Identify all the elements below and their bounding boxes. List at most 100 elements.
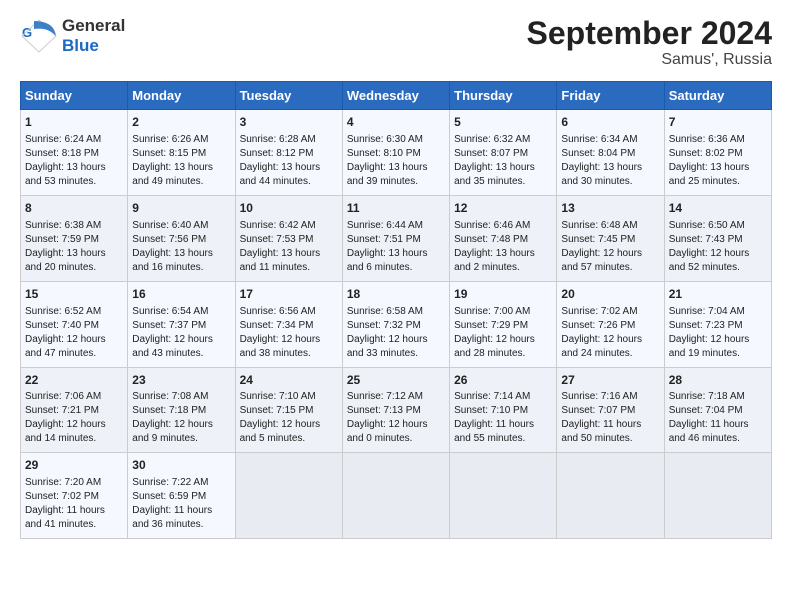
day-info-line: and 33 minutes. bbox=[347, 347, 445, 361]
calendar-cell: 12Sunrise: 6:46 AMSunset: 7:48 PMDayligh… bbox=[450, 195, 557, 281]
day-info-line: Sunset: 7:15 PM bbox=[240, 404, 338, 418]
day-number: 13 bbox=[561, 200, 659, 217]
day-number: 25 bbox=[347, 372, 445, 389]
day-info-line: Sunset: 7:40 PM bbox=[25, 319, 123, 333]
calendar-week-row: 1 Sunrise: 6:24 AMSunset: 8:18 PM Daylight… bbox=[21, 110, 772, 196]
day-info-line: Sunset: 7:53 PM bbox=[240, 233, 338, 247]
day-number: 16 bbox=[132, 286, 230, 303]
calendar-cell: 24Sunrise: 7:10 AMSunset: 7:15 PMDayligh… bbox=[235, 367, 342, 453]
day-info-line: Daylight: 12 hours bbox=[25, 333, 123, 347]
day-info-line: Sunset: 7:02 PM bbox=[25, 490, 123, 504]
day-info-line: Sunrise: 7:12 AM bbox=[347, 390, 445, 404]
logo-general-text: General bbox=[62, 16, 125, 36]
calendar-cell bbox=[664, 453, 771, 539]
day-info-line: Daylight: 12 hours bbox=[240, 333, 338, 347]
day-number: 7 bbox=[669, 114, 767, 131]
day-info-line: Sunrise: 6:50 AM bbox=[669, 219, 767, 233]
day-info-line: Daylight: 13 hours bbox=[132, 247, 230, 261]
day-info-line: and 36 minutes. bbox=[132, 518, 230, 532]
day-number: 18 bbox=[347, 286, 445, 303]
day-info-line: and 9 minutes. bbox=[132, 432, 230, 446]
day-info-line: Sunset: 7:29 PM bbox=[454, 319, 552, 333]
day-info-line: Daylight: 13 hours bbox=[240, 161, 338, 175]
calendar-cell: 10Sunrise: 6:42 AMSunset: 7:53 PMDayligh… bbox=[235, 195, 342, 281]
day-info-line: Daylight: 13 hours bbox=[240, 247, 338, 261]
calendar-cell: 14Sunrise: 6:50 AMSunset: 7:43 PMDayligh… bbox=[664, 195, 771, 281]
day-info-line: Daylight: 12 hours bbox=[132, 333, 230, 347]
logo: G General Blue bbox=[20, 16, 125, 55]
day-info-line: and 24 minutes. bbox=[561, 347, 659, 361]
day-info-line: Sunset: 7:23 PM bbox=[669, 319, 767, 333]
day-info-line: Sunset: 8:12 PM bbox=[240, 147, 338, 161]
day-number: 8 bbox=[25, 200, 123, 217]
column-header-sunday: Sunday bbox=[21, 82, 128, 110]
calendar-cell: 22Sunrise: 7:06 AMSunset: 7:21 PMDayligh… bbox=[21, 367, 128, 453]
day-number: 20 bbox=[561, 286, 659, 303]
calendar-week-row: 8Sunrise: 6:38 AMSunset: 7:59 PMDaylight… bbox=[21, 195, 772, 281]
day-info-line: Sunset: 7:26 PM bbox=[561, 319, 659, 333]
day-number: 5 bbox=[454, 114, 552, 131]
day-info-line: Sunrise: 7:06 AM bbox=[25, 390, 123, 404]
calendar-cell: 26Sunrise: 7:14 AMSunset: 7:10 PMDayligh… bbox=[450, 367, 557, 453]
day-info-line: Sunset: 7:13 PM bbox=[347, 404, 445, 418]
day-info-line: Daylight: 13 hours bbox=[669, 161, 767, 175]
day-info-line: and 5 minutes. bbox=[240, 432, 338, 446]
day-number: 27 bbox=[561, 372, 659, 389]
day-info-line: and 28 minutes. bbox=[454, 347, 552, 361]
page-title: September 2024 bbox=[527, 16, 772, 51]
day-info-line: Sunrise: 6:26 AM bbox=[132, 133, 230, 147]
day-info-line: Daylight: 12 hours bbox=[25, 418, 123, 432]
day-info-line: Sunrise: 6:56 AM bbox=[240, 305, 338, 319]
day-info-line: Daylight: 11 hours bbox=[669, 418, 767, 432]
day-info-line: Daylight: 11 hours bbox=[25, 504, 123, 518]
day-number: 14 bbox=[669, 200, 767, 217]
day-number: 4 bbox=[347, 114, 445, 131]
calendar-week-row: 22Sunrise: 7:06 AMSunset: 7:21 PMDayligh… bbox=[21, 367, 772, 453]
day-info-line: Sunrise: 7:08 AM bbox=[132, 390, 230, 404]
day-info-line: Sunset: 7:59 PM bbox=[25, 233, 123, 247]
day-info-line: Sunset: 7:45 PM bbox=[561, 233, 659, 247]
title-block: September 2024 Samus', Russia bbox=[527, 16, 772, 69]
column-header-wednesday: Wednesday bbox=[342, 82, 449, 110]
day-info-line: Sunrise: 6:24 AM bbox=[25, 133, 123, 147]
calendar-header-row: SundayMondayTuesdayWednesdayThursdayFrid… bbox=[21, 82, 772, 110]
day-number: 10 bbox=[240, 200, 338, 217]
day-info-line: Sunset: 7:37 PM bbox=[132, 319, 230, 333]
day-number: 11 bbox=[347, 200, 445, 217]
day-info-line: Sunrise: 7:16 AM bbox=[561, 390, 659, 404]
day-info-line: Daylight: 12 hours bbox=[347, 418, 445, 432]
day-info-line: Sunrise: 6:40 AM bbox=[132, 219, 230, 233]
day-info-line: Sunset: 7:07 PM bbox=[561, 404, 659, 418]
day-info-line: Sunrise: 7:02 AM bbox=[561, 305, 659, 319]
day-info-line: and 44 minutes. bbox=[240, 175, 338, 189]
day-info-line: and 41 minutes. bbox=[25, 518, 123, 532]
day-info-line: Sunrise: 6:52 AM bbox=[25, 305, 123, 319]
day-info-line: and 35 minutes. bbox=[454, 175, 552, 189]
calendar-cell: 18Sunrise: 6:58 AMSunset: 7:32 PMDayligh… bbox=[342, 281, 449, 367]
day-info-line: Sunrise: 7:22 AM bbox=[132, 476, 230, 490]
day-info-line: and 46 minutes. bbox=[669, 432, 767, 446]
day-info-line: Sunset: 7:43 PM bbox=[669, 233, 767, 247]
day-info-line: Sunset: 8:18 PM bbox=[25, 147, 123, 161]
day-info-line: and 0 minutes. bbox=[347, 432, 445, 446]
day-info-line: Sunrise: 7:04 AM bbox=[669, 305, 767, 319]
day-number: 3 bbox=[240, 114, 338, 131]
day-info-line: Sunrise: 6:28 AM bbox=[240, 133, 338, 147]
day-info-line: and 39 minutes. bbox=[347, 175, 445, 189]
calendar-cell: 2Sunrise: 6:26 AMSunset: 8:15 PMDaylight… bbox=[128, 110, 235, 196]
day-number: 1 bbox=[25, 114, 123, 131]
day-number: 12 bbox=[454, 200, 552, 217]
calendar-cell: 4Sunrise: 6:30 AMSunset: 8:10 PMDaylight… bbox=[342, 110, 449, 196]
day-info-line: Daylight: 13 hours bbox=[347, 161, 445, 175]
day-info-line: and 55 minutes. bbox=[454, 432, 552, 446]
calendar-week-row: 15Sunrise: 6:52 AMSunset: 7:40 PMDayligh… bbox=[21, 281, 772, 367]
day-number: 23 bbox=[132, 372, 230, 389]
day-info-line: Sunrise: 6:48 AM bbox=[561, 219, 659, 233]
day-info-line: Sunrise: 7:00 AM bbox=[454, 305, 552, 319]
day-info-line: Sunrise: 7:10 AM bbox=[240, 390, 338, 404]
day-number: 28 bbox=[669, 372, 767, 389]
day-number: 22 bbox=[25, 372, 123, 389]
day-info-line: Sunrise: 7:18 AM bbox=[669, 390, 767, 404]
day-info-line: and 49 minutes. bbox=[132, 175, 230, 189]
day-info-line: Sunrise: 6:44 AM bbox=[347, 219, 445, 233]
